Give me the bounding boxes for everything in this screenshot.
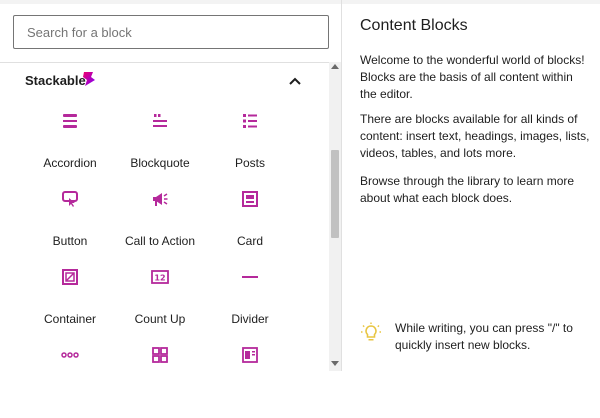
scroll-down-arrow-icon[interactable] <box>331 361 339 366</box>
search-input[interactable] <box>13 15 329 49</box>
block-more[interactable] <box>25 346 115 418</box>
block-divider[interactable]: Divider <box>205 268 295 340</box>
info-paragraph: Browse through the library to learn more… <box>360 174 575 205</box>
feature-grid-icon <box>152 347 168 363</box>
divider-icon <box>242 276 258 278</box>
accordion-icon <box>63 114 77 128</box>
block-label: Divider <box>231 312 269 326</box>
block-card[interactable]: Card <box>205 190 295 262</box>
block-label: Count Up <box>134 312 186 326</box>
blockquote-icon <box>153 114 167 127</box>
block-label: Accordion <box>43 156 97 170</box>
lightbulb-icon <box>361 322 381 341</box>
info-title: Content Blocks <box>360 17 468 34</box>
posts-icon <box>243 114 257 128</box>
block-count-up[interactable]: 12 Count Up <box>115 268 205 340</box>
block-label: Blockquote <box>130 156 190 170</box>
block-label: Container <box>43 312 97 326</box>
feature-icon <box>242 347 258 363</box>
tip-text: While writing, you can press "/" to quic… <box>395 321 573 352</box>
scroll-up-arrow-icon[interactable] <box>331 64 339 69</box>
scrollbar[interactable] <box>329 62 341 371</box>
block-inserter-panel: Stackable Accordion <box>0 0 342 371</box>
call-to-action-icon <box>153 193 168 206</box>
scroll-thumb[interactable] <box>331 150 339 238</box>
block-container[interactable]: Container <box>25 268 115 340</box>
chevron-up-icon[interactable] <box>287 73 303 89</box>
card-icon <box>242 191 258 207</box>
block-blockquote[interactable]: Blockquote <box>115 112 205 184</box>
block-feature-grid[interactable] <box>115 346 205 418</box>
block-label: Button <box>52 234 88 248</box>
container-icon <box>62 269 78 285</box>
block-feature[interactable] <box>205 346 295 418</box>
block-call-to-action[interactable]: Call to Action <box>115 190 205 262</box>
stackable-logo-icon <box>83 72 95 86</box>
svg-text:12: 12 <box>154 274 165 283</box>
stackable-panel-header[interactable]: Stackable <box>25 70 305 92</box>
block-label: Posts <box>234 156 265 170</box>
block-accordion[interactable]: Accordion <box>25 112 115 184</box>
block-label: Call to Action <box>124 234 196 248</box>
button-icon <box>62 191 78 207</box>
more-icon <box>61 352 79 358</box>
count-up-icon: 12 <box>151 270 169 284</box>
info-paragraph: Welcome to the wonderful world of blocks… <box>360 53 585 101</box>
panel-title: Stackable <box>25 73 86 88</box>
block-label: Card <box>236 234 263 248</box>
panel-divider <box>0 62 341 63</box>
block-button[interactable]: Button <box>25 190 115 262</box>
info-paragraph: There are blocks available for all kinds… <box>360 112 590 160</box>
block-posts[interactable]: Posts <box>205 112 295 184</box>
